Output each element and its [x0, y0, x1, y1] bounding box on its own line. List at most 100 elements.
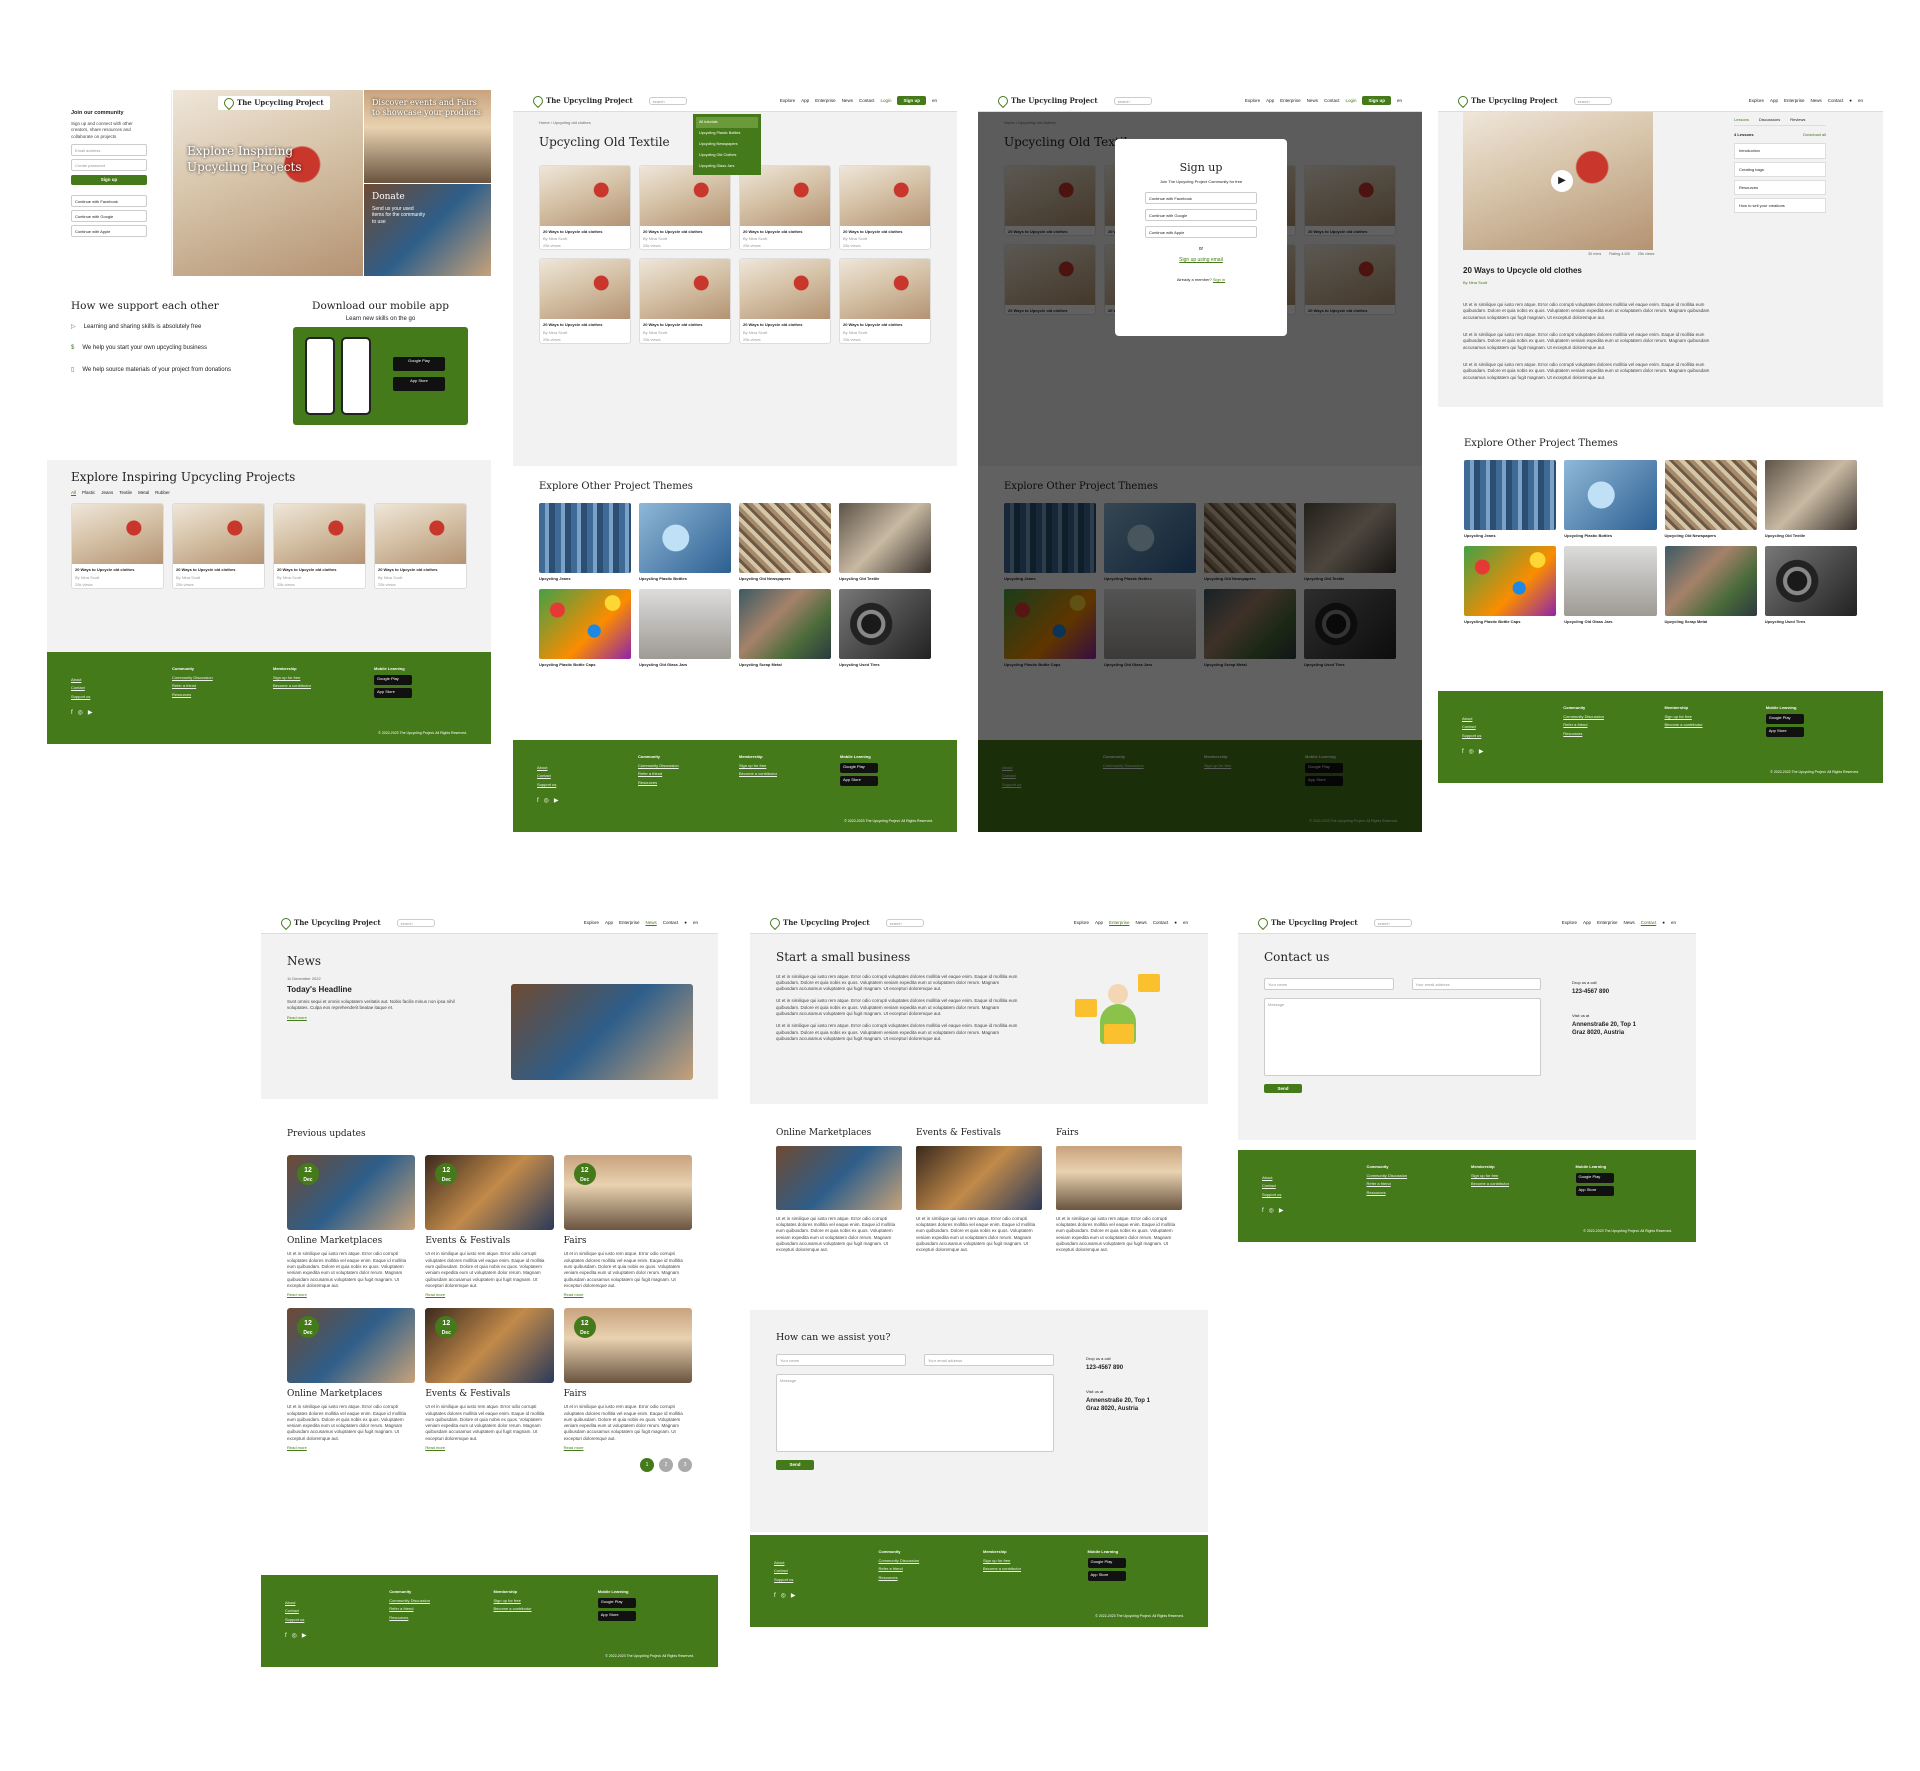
- login-link[interactable]: Login: [880, 98, 891, 104]
- theme-card[interactable]: Upcycling Jeans: [539, 503, 631, 581]
- message-field[interactable]: Message: [776, 1374, 1054, 1453]
- facebook-icon[interactable]: f: [71, 710, 73, 718]
- nav-contact[interactable]: Contact: [859, 98, 875, 104]
- download-all-link[interactable]: Download all: [1803, 132, 1826, 137]
- nav-enterprise[interactable]: Enterprise: [815, 98, 836, 104]
- google-play-button[interactable]: Google Play: [374, 675, 412, 686]
- lesson-author[interactable]: By Nina Scott: [1463, 280, 1487, 285]
- page-button[interactable]: 1: [640, 1458, 654, 1473]
- filter-tab[interactable]: Plastic: [82, 490, 95, 496]
- signup-button[interactable]: Sign up: [897, 95, 926, 106]
- project-card[interactable]: 20 Ways to Upcycle old clothes By Nina Sc…: [172, 503, 265, 589]
- lesson-video[interactable]: ▶: [1463, 112, 1653, 250]
- project-card[interactable]: 20 Ways to Upcycle old clothes By Nina Sc…: [839, 258, 931, 344]
- filter-tab[interactable]: Jeans: [101, 490, 113, 496]
- app-store-button[interactable]: App Store: [393, 377, 445, 392]
- tab-lessons[interactable]: Lessons: [1734, 117, 1749, 122]
- update-card[interactable]: 12 Dec Events & Festivals Ut et in similiqu…: [425, 1154, 554, 1298]
- theme-card[interactable]: Upcycling Scrap Metal: [739, 589, 831, 667]
- apple-button[interactable]: Continue with Apple: [1145, 226, 1257, 239]
- nav-news[interactable]: News: [842, 98, 853, 104]
- footer-link[interactable]: Resources: [172, 692, 265, 697]
- youtube-icon[interactable]: ▶: [88, 710, 93, 718]
- theme-card[interactable]: Upcycling Plastic Bottle Caps: [539, 589, 631, 667]
- theme-card[interactable]: Upcycling Plastic Bottles: [639, 503, 731, 581]
- project-card[interactable]: 20 Ways to Upcycle old clothes By Nina Sc…: [539, 164, 631, 251]
- update-card[interactable]: 12 Dec Events & Festivals Ut et in similiqu…: [425, 1307, 554, 1451]
- footer-link[interactable]: Sign up for free: [273, 675, 366, 680]
- update-card[interactable]: 12 Dec Online Marketplaces Ut et in similiq…: [287, 1154, 416, 1298]
- project-card[interactable]: 20 Ways to Upcycle old clothes By Nina Sc…: [639, 164, 731, 251]
- email-field[interactable]: Your email address: [1411, 977, 1541, 990]
- filter-tab[interactable]: All: [71, 490, 76, 496]
- language-select[interactable]: en: [932, 98, 937, 104]
- filter-tab[interactable]: Textile: [119, 490, 132, 496]
- password-field[interactable]: Create password: [71, 159, 147, 172]
- theme-card[interactable]: Upcycling Old Glass Jars: [639, 589, 731, 667]
- project-card[interactable]: 20 Ways to Upcycle old clothes By Nina Sc…: [539, 258, 631, 344]
- dropdown-item[interactable]: All tutorials: [696, 117, 758, 128]
- brand-name[interactable]: The Upcycling Project: [546, 96, 633, 105]
- footer-link[interactable]: About: [71, 677, 164, 682]
- join-signup-button[interactable]: Sign up: [71, 175, 147, 185]
- footer-link[interactable]: Refer a friend: [172, 683, 265, 688]
- project-card[interactable]: 20 Ways to Upcycle old clothes By Nina Sc…: [739, 258, 831, 344]
- theme-card[interactable]: Upcycling Jeans: [1464, 460, 1557, 538]
- youtube-icon[interactable]: ▶: [554, 798, 559, 806]
- google-play-button[interactable]: Google Play: [393, 357, 445, 372]
- project-card[interactable]: 20 Ways to Upcycle old clothes By Nina Sc…: [839, 164, 931, 251]
- email-field[interactable]: Your email address: [924, 1354, 1054, 1367]
- tab-discussions[interactable]: Discussions: [1759, 117, 1780, 122]
- nav-explore[interactable]: Explore: [780, 98, 795, 104]
- email-field[interactable]: Email address: [71, 144, 147, 157]
- theme-card[interactable]: Upcycling Old Newspapers: [1664, 460, 1757, 538]
- name-field[interactable]: Your name: [1264, 977, 1394, 990]
- theme-card[interactable]: Upcycling Old Newspapers: [739, 503, 831, 581]
- theme-card[interactable]: Upcycling Old Textile: [1764, 460, 1857, 538]
- email-signup-link[interactable]: Sign up using email: [1145, 257, 1257, 264]
- dropdown-item[interactable]: Upcycling Old Clothes: [696, 150, 758, 161]
- lesson-item[interactable]: Creating bags: [1734, 161, 1826, 177]
- app-store-button[interactable]: App Store: [374, 688, 412, 699]
- donate-tile[interactable]: Donate Send us your used items for the c…: [364, 184, 491, 276]
- theme-card[interactable]: Upcycling Plastic Bottle Caps: [1464, 546, 1557, 624]
- facebook-icon[interactable]: f: [537, 798, 539, 806]
- theme-card[interactable]: Upcycling Scrap Metal: [1664, 546, 1757, 624]
- events-tile[interactable]: Discover events and Fairs to showcase yo…: [364, 90, 491, 183]
- filter-tab[interactable]: Rubber: [155, 490, 170, 496]
- google-button[interactable]: Continue with Google: [1145, 209, 1257, 222]
- lesson-item[interactable]: Introduction: [1734, 143, 1826, 159]
- lesson-item[interactable]: Resources: [1734, 179, 1826, 195]
- project-card[interactable]: 20 Ways to Upcycle old clothes By Nina Sc…: [71, 503, 164, 589]
- send-button[interactable]: Send: [776, 1460, 814, 1471]
- page-button[interactable]: 2: [659, 1458, 673, 1473]
- theme-card[interactable]: Upcycling Old Glass Jars: [1564, 546, 1657, 624]
- name-field[interactable]: Your name: [776, 1354, 906, 1367]
- apple-button[interactable]: Continue with Apple: [71, 224, 147, 237]
- dropdown-item[interactable]: Upcycling Newspapers: [696, 139, 758, 150]
- update-card[interactable]: 12 Dec Fairs Ut et in similique qui iusto r…: [563, 1307, 692, 1451]
- avatar[interactable]: ●: [1849, 98, 1852, 104]
- update-card[interactable]: 12 Dec Online Marketplaces Ut et in similiq…: [287, 1307, 416, 1451]
- theme-card[interactable]: Upcycling Used Tires: [839, 589, 931, 667]
- facebook-button[interactable]: Continue with Facebook: [1145, 192, 1257, 205]
- footer-link[interactable]: Contact: [71, 685, 164, 690]
- phone-number[interactable]: 123-4567 890: [1572, 989, 1636, 997]
- footer-link[interactable]: Support us: [71, 694, 164, 699]
- send-button[interactable]: Send: [1264, 1083, 1302, 1094]
- update-card[interactable]: 12 Dec Fairs Ut et in similique qui iusto r…: [563, 1154, 692, 1298]
- project-card[interactable]: 20 Ways to Upcycle old clothes By Nina Sc…: [739, 164, 831, 251]
- nav-app[interactable]: App: [801, 98, 809, 104]
- dropdown-item[interactable]: Upcycling Glass Jars: [696, 161, 758, 172]
- phone-number[interactable]: 123-4567 890: [1086, 1365, 1150, 1373]
- search-input[interactable]: search: [648, 96, 687, 105]
- footer-link[interactable]: Community Discussion: [172, 675, 265, 680]
- signin-link[interactable]: Sign in: [1213, 277, 1225, 282]
- google-button[interactable]: Continue with Google: [71, 209, 147, 222]
- project-card[interactable]: 20 Ways to Upcycle old clothes By Nina Sc…: [273, 503, 366, 589]
- page-button[interactable]: 3: [678, 1458, 692, 1473]
- theme-card[interactable]: Upcycling Plastic Bottles: [1564, 460, 1657, 538]
- project-card[interactable]: 20 Ways to Upcycle old clothes By Nina Sc…: [639, 258, 731, 344]
- tab-reviews[interactable]: Reviews: [1790, 117, 1805, 122]
- instagram-icon[interactable]: ◎: [544, 798, 549, 806]
